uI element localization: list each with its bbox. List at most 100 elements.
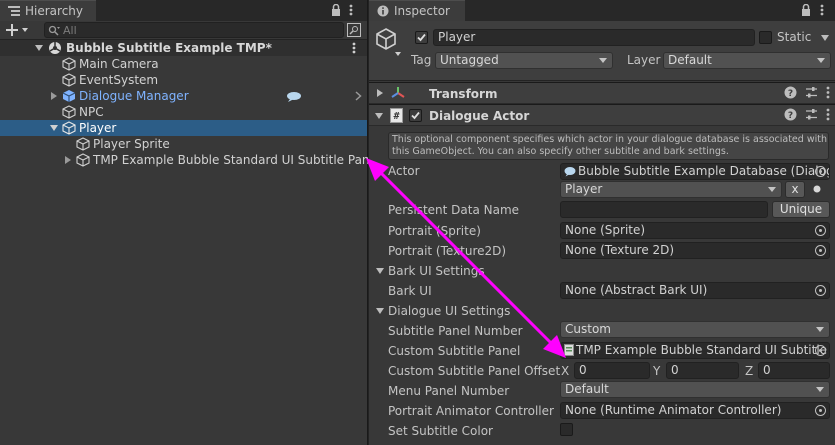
- help-icon[interactable]: ?: [784, 108, 797, 121]
- lock-icon[interactable]: [331, 4, 341, 16]
- hierarchy-search-input[interactable]: All: [44, 22, 344, 38]
- tab-hierarchy[interactable]: Hierarchy: [0, 0, 96, 21]
- chevron-down-icon[interactable]: [50, 125, 58, 131]
- object-picker-icon[interactable]: [815, 285, 826, 296]
- hierarchy-item-player-sprite[interactable]: Player Sprite: [0, 136, 367, 152]
- hierarchy-item-dialogue-manager[interactable]: Dialogue Manager: [0, 88, 367, 104]
- chevron-right-icon[interactable]: [65, 156, 71, 164]
- chevron-down-icon: [817, 58, 825, 63]
- prefab-cube-icon: [62, 89, 76, 103]
- offset-z-input[interactable]: 0: [758, 362, 830, 379]
- inspector-tab-bar: Inspector: [369, 0, 835, 21]
- component-enabled-checkbox[interactable]: [409, 109, 422, 122]
- lock-icon[interactable]: [801, 4, 811, 16]
- chevron-down-icon: [768, 187, 776, 192]
- unity-scene-icon: [48, 41, 62, 55]
- offset-x-input[interactable]: 0: [574, 362, 650, 379]
- hierarchy-item-npc[interactable]: NPC: [0, 104, 367, 120]
- help-text-line1: This optional component specifies which …: [392, 134, 827, 145]
- scene-row[interactable]: Bubble Subtitle Example TMP*: [0, 40, 367, 56]
- component-help-box: This optional component specifies which …: [388, 132, 829, 160]
- gameobject-cube-icon[interactable]: [375, 27, 403, 57]
- portrait-texture-value: None (Texture 2D): [565, 243, 675, 257]
- portrait-sprite-label: Portrait (Sprite): [388, 224, 481, 238]
- transform-header[interactable]: Transform ?: [369, 82, 835, 104]
- offset-z-label: Z: [745, 364, 754, 378]
- transform-title: Transform: [429, 87, 498, 101]
- svg-text:?: ?: [788, 89, 793, 99]
- list-icon: [8, 6, 20, 16]
- layer-dropdown[interactable]: Default: [663, 52, 831, 69]
- svg-text:?: ?: [788, 111, 793, 121]
- chevron-right-icon[interactable]: [51, 92, 57, 100]
- set-subtitle-color-checkbox[interactable]: [560, 423, 573, 436]
- offset-y-label: Y: [653, 364, 661, 378]
- actor-database-value: Bubble Subtitle Example Database (Dialog: [578, 164, 830, 178]
- active-checkbox[interactable]: [415, 31, 428, 44]
- more-vert-icon[interactable]: [349, 4, 353, 16]
- tag-dropdown[interactable]: Untagged: [435, 52, 613, 69]
- help-icon[interactable]: ?: [784, 86, 797, 99]
- dialogue-actor-header[interactable]: # Dialogue Actor ?: [369, 104, 835, 126]
- unique-button[interactable]: Unique: [772, 201, 830, 218]
- actor-picker-dot-icon[interactable]: [812, 184, 822, 194]
- object-picker-icon[interactable]: [815, 225, 826, 236]
- scene-name: Bubble Subtitle Example TMP*: [66, 41, 272, 55]
- object-name-input[interactable]: Player: [433, 29, 755, 46]
- info-icon: [377, 5, 389, 17]
- presets-sliders-icon[interactable]: [805, 108, 818, 121]
- chevron-right-icon[interactable]: [377, 89, 383, 97]
- hierarchy-item-eventsystem[interactable]: EventSystem: [0, 72, 367, 88]
- presets-sliders-icon[interactable]: [805, 86, 818, 99]
- transform-axes-icon: [391, 86, 405, 100]
- portrait-texture-field[interactable]: None (Texture 2D): [560, 242, 830, 259]
- static-checkbox[interactable]: [759, 31, 772, 44]
- tab-inspector[interactable]: Inspector: [369, 0, 465, 21]
- hierarchy-item-main-camera[interactable]: Main Camera: [0, 56, 367, 72]
- object-picker-icon[interactable]: [815, 245, 826, 256]
- gameobject-cube-icon: [76, 153, 90, 167]
- persistent-data-name-input[interactable]: [560, 201, 768, 218]
- more-vert-icon[interactable]: [826, 108, 830, 121]
- list-item-label: Player: [79, 121, 117, 135]
- help-text-line2: this GameObject. You can also specify ot…: [392, 146, 729, 157]
- bark-ui-settings-foldout[interactable]: Bark UI Settings: [388, 264, 485, 278]
- object-picker-icon[interactable]: [815, 166, 826, 177]
- chevron-down-icon[interactable]: [35, 45, 43, 51]
- more-vert-icon[interactable]: [820, 4, 824, 16]
- menu-panel-number-dropdown[interactable]: Default: [560, 381, 830, 398]
- tab-inspector-label: Inspector: [394, 4, 450, 18]
- hierarchy-toolbar: All: [0, 21, 367, 40]
- dialogue-ui-settings-foldout[interactable]: Dialogue UI Settings: [388, 304, 510, 318]
- gameobject-cube-icon: [62, 121, 76, 135]
- actor-clear-button[interactable]: x: [785, 181, 805, 198]
- offset-y-input[interactable]: 0: [666, 362, 739, 379]
- tag-label: Tag: [411, 53, 432, 67]
- component-title: Dialogue Actor: [429, 109, 530, 123]
- custom-subtitle-panel-field[interactable]: TMP Example Bubble Standard UI Subtitle: [560, 342, 830, 359]
- more-vert-icon[interactable]: [826, 86, 830, 99]
- bark-ui-field[interactable]: None (Abstract Bark UI): [560, 282, 830, 299]
- chevron-down-icon[interactable]: [375, 113, 383, 119]
- chevron-right-icon[interactable]: [355, 91, 362, 101]
- chevron-down-icon[interactable]: [376, 268, 384, 274]
- portrait-animator-field[interactable]: None (Runtime Animator Controller): [560, 402, 830, 419]
- actor-dropdown[interactable]: Player: [560, 181, 782, 198]
- bark-ui-value: None (Abstract Bark UI): [565, 283, 708, 297]
- more-vert-icon[interactable]: [352, 42, 356, 54]
- subtitle-panel-number-dropdown[interactable]: Custom: [560, 321, 830, 338]
- hierarchy-item-player[interactable]: Player: [0, 120, 367, 136]
- object-picker-icon[interactable]: [815, 345, 826, 356]
- hierarchy-item-subtitle-panel[interactable]: TMP Example Bubble Standard UI Subtitle …: [0, 152, 380, 168]
- actor-database-field[interactable]: Bubble Subtitle Example Database (Dialog: [560, 163, 830, 180]
- subtitle-panel-number-label: Subtitle Panel Number: [388, 324, 523, 338]
- search-mode-icon[interactable]: [347, 23, 361, 37]
- chevron-down-icon[interactable]: [376, 308, 384, 314]
- add-dropdown-button[interactable]: [6, 23, 32, 37]
- list-item-label: Dialogue Manager: [79, 89, 189, 103]
- portrait-sprite-field[interactable]: None (Sprite): [560, 222, 830, 239]
- chevron-down-icon[interactable]: [821, 35, 829, 41]
- component-ref-icon: [564, 344, 574, 356]
- gameobject-header: Player Static Tag Untagged Layer Default: [369, 21, 835, 81]
- object-picker-icon[interactable]: [815, 405, 826, 416]
